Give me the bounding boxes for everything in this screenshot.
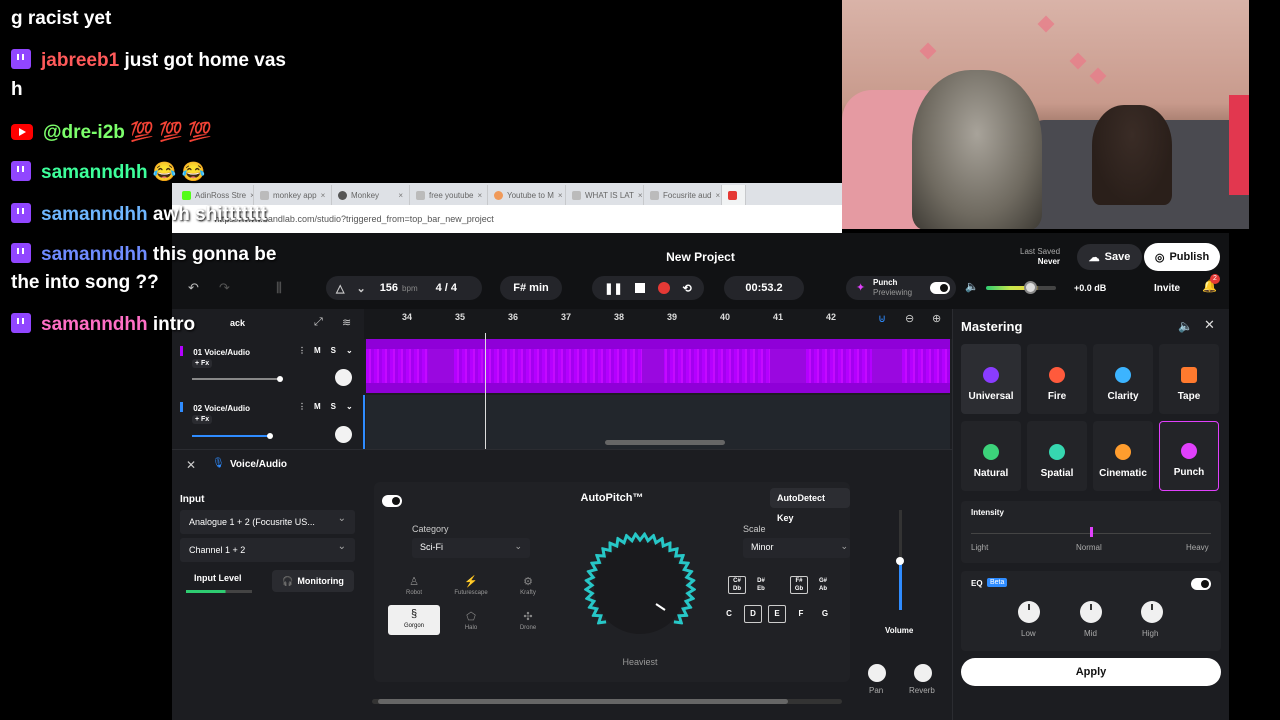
eq-mid-knob[interactable] [1080, 601, 1102, 623]
chat-message: samanndhh intro [11, 313, 195, 336]
preset-punch[interactable]: Punch [1159, 421, 1219, 491]
wall-decoration [919, 42, 937, 60]
panel-title: Mastering [961, 319, 1023, 334]
chat-username: samanndhh [41, 314, 153, 335]
chat-text: 😂 😂 [152, 162, 206, 183]
chat-text: awh shittttttt [152, 204, 267, 225]
universal-icon [983, 367, 999, 383]
chat-text: this gonna be [152, 244, 277, 265]
preset-clarity[interactable]: Clarity [1093, 344, 1153, 414]
snap-icon[interactable]: ⊍ [878, 312, 886, 325]
twitch-icon [11, 161, 31, 181]
streamer [912, 70, 1042, 229]
last-saved: Last Saved Never [1020, 247, 1061, 266]
twitch-icon [11, 243, 31, 263]
eq-low-knob[interactable] [1018, 601, 1040, 623]
invite-button[interactable]: Invite [1154, 283, 1180, 294]
zoom-in-icon[interactable]: ⊕ [932, 312, 941, 325]
chat-text: just got home vas [124, 50, 286, 71]
chat-username: samanndhh [41, 204, 153, 225]
film-reel-icon [1115, 444, 1131, 460]
save-button[interactable]: ☁ Save [1077, 244, 1142, 270]
stream-chat-overlay: g racist yet jabreeb1 just got home vas h @… [0, 0, 840, 720]
mastering-preview-pill[interactable]: ✦ Punch Previewing [846, 276, 956, 300]
chat-message: g racist yet [11, 8, 111, 30]
chat-username: samanndhh [41, 162, 153, 183]
fire-icon [1049, 367, 1065, 383]
eq-high-knob[interactable] [1141, 601, 1163, 623]
eq-section: EQ Beta Low Mid High [961, 571, 1221, 651]
preset-natural[interactable]: Natural [961, 421, 1021, 491]
pan-knob[interactable] [868, 664, 886, 682]
chat-message: jabreeb1 just got home vas [11, 49, 286, 72]
notification-badge: 2 [1210, 274, 1220, 284]
beta-badge: Beta [987, 578, 1008, 587]
intensity-control: Intensity Light Normal Heavy [961, 501, 1221, 563]
twitch-icon [11, 203, 31, 223]
decoration [1229, 95, 1249, 195]
punch-icon [1181, 443, 1197, 459]
plugin-volume-handle[interactable] [896, 557, 904, 565]
person [1092, 105, 1172, 205]
chat-text: g racist yet [11, 8, 112, 29]
wall-decoration [1037, 15, 1055, 33]
speaker-icon[interactable]: 🔈 [1178, 319, 1193, 333]
twitch-icon [11, 313, 31, 333]
eq-toggle[interactable] [1191, 578, 1211, 590]
spiral-icon [1049, 444, 1065, 460]
master-db: +0.0 dB [1074, 283, 1107, 293]
preview-toggle[interactable] [930, 282, 950, 294]
wall-decoration [1089, 67, 1107, 85]
preset-fire[interactable]: Fire [1027, 344, 1087, 414]
punch-icon: ✦ [856, 282, 866, 294]
master-volume-slider[interactable] [986, 286, 1056, 290]
intensity-thumb[interactable] [1090, 527, 1093, 537]
speaker-icon[interactable]: 🔈 [965, 280, 979, 293]
preset-universal[interactable]: Universal [961, 344, 1021, 414]
webcam-feed [842, 0, 1249, 229]
chat-message: @dre-i2b 💯 💯 💯 [11, 120, 212, 144]
diamond-icon [1115, 367, 1131, 383]
close-icon[interactable]: ✕ [1204, 317, 1215, 333]
chat-text: the into song ?? [11, 272, 159, 293]
preset-spatial[interactable]: Spatial [1027, 421, 1087, 491]
cloud-icon: ☁ [1088, 251, 1100, 264]
chat-message: the into song ?? [11, 272, 159, 294]
preset-cinematic[interactable]: Cinematic [1093, 421, 1153, 491]
preset-tape[interactable]: Tape [1159, 344, 1219, 414]
zoom-out-icon[interactable]: ⊖ [905, 312, 914, 325]
apply-button[interactable]: Apply [961, 658, 1221, 686]
leaf-icon [983, 444, 999, 460]
chat-username: samanndhh [41, 244, 153, 265]
publish-button[interactable]: ◎ Publish [1144, 243, 1220, 271]
chat-message: samanndhh this gonna be [11, 243, 276, 266]
master-volume-handle[interactable] [1024, 281, 1037, 294]
chat-text: 💯 💯 💯 [130, 122, 212, 143]
reverb-knob[interactable] [914, 664, 932, 682]
chat-message: h [11, 79, 23, 101]
chat-message: samanndhh awh shittttttt [11, 203, 267, 226]
tape-icon [1181, 367, 1197, 383]
globe-icon: ◎ [1154, 251, 1165, 264]
chat-text: h [11, 79, 23, 100]
chat-username: @dre-i2b [43, 122, 131, 143]
chevron-down-icon: ⌄ [840, 541, 848, 551]
chat-username: jabreeb1 [41, 50, 125, 71]
chat-text: intro [152, 314, 196, 335]
mastering-panel: Mastering 🔈 ✕ Universal Fire Clarity Tap… [952, 309, 1229, 720]
twitch-icon [11, 49, 31, 69]
chat-message: samanndhh 😂 😂 [11, 160, 206, 184]
youtube-icon [11, 124, 33, 140]
wall-decoration [1069, 52, 1087, 70]
